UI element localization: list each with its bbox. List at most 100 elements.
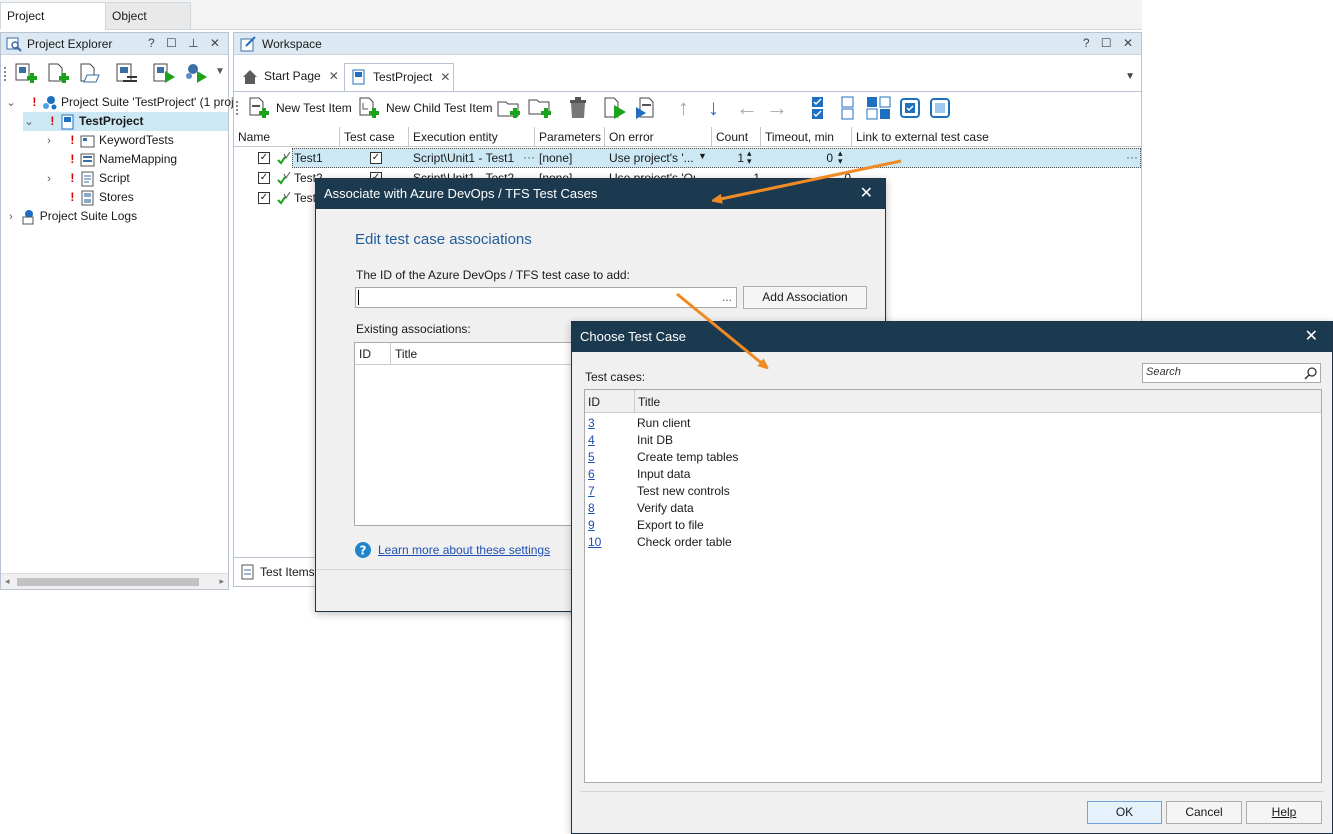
scroll-right-icon[interactable]: ▸ bbox=[219, 576, 224, 587]
learn-more-link[interactable]: Learn more about these settings bbox=[378, 543, 550, 557]
tree-item-project-suite[interactable]: ⌄ ! Project Suite 'TestProject' (1 proje… bbox=[5, 93, 254, 112]
search-input[interactable]: Search bbox=[1142, 363, 1321, 383]
tree-item-script[interactable]: › ! Script bbox=[43, 169, 130, 188]
tabs-dropdown-icon[interactable]: ▼ bbox=[1125, 71, 1135, 82]
move-up-icon[interactable]: ↑ bbox=[678, 95, 689, 121]
test-case-id-link[interactable]: 9 bbox=[588, 518, 595, 532]
add-folder-icon[interactable] bbox=[496, 95, 522, 121]
list-item[interactable]: 4 Init DB bbox=[585, 432, 1321, 449]
new-test-item-button[interactable]: New Test Item bbox=[246, 93, 352, 123]
add-association-button[interactable]: Add Association bbox=[743, 286, 867, 309]
test-case-id-link[interactable]: 4 bbox=[588, 433, 595, 447]
test-case-checkbox[interactable]: ✓ bbox=[370, 152, 382, 164]
tab-test-items[interactable]: Test Items bbox=[236, 559, 315, 585]
check-selected-icon[interactable] bbox=[898, 95, 924, 121]
list-item[interactable]: 8 Verify data bbox=[585, 500, 1321, 517]
column-header[interactable]: On error bbox=[605, 127, 712, 147]
column-header[interactable]: ID bbox=[355, 343, 391, 365]
move-down-icon[interactable]: ↓ bbox=[708, 95, 719, 121]
chevron-down-icon[interactable]: ⌄ bbox=[5, 94, 17, 113]
ellipsis-button[interactable]: ··· bbox=[523, 150, 535, 164]
check-all-icon[interactable] bbox=[806, 95, 832, 121]
chevron-down-icon[interactable]: ⌄ bbox=[23, 113, 35, 132]
test-case-id-input[interactable]: ... bbox=[355, 287, 737, 308]
move-left-icon[interactable]: ← bbox=[736, 95, 758, 121]
link-ellipsis-button[interactable]: ··· bbox=[1126, 150, 1138, 164]
run-suite-icon[interactable] bbox=[183, 61, 209, 87]
close-icon[interactable]: ✕ bbox=[1305, 322, 1318, 352]
tree-item-stores[interactable]: ! Stores bbox=[43, 188, 134, 207]
chevron-right-icon[interactable]: › bbox=[43, 170, 55, 189]
column-header[interactable]: Test case bbox=[340, 127, 409, 147]
run-dropdown-arrow-icon[interactable]: ▼ bbox=[215, 66, 225, 77]
search-icon[interactable] bbox=[1304, 366, 1318, 380]
add-project-icon[interactable] bbox=[13, 61, 39, 87]
add-existing-item-icon[interactable] bbox=[77, 61, 103, 87]
run-project-icon[interactable] bbox=[151, 61, 177, 87]
test-case-id-link[interactable]: 7 bbox=[588, 484, 595, 498]
test-case-id-link[interactable]: 10 bbox=[588, 535, 601, 549]
add-new-item-icon[interactable] bbox=[45, 61, 71, 87]
column-header[interactable]: Link to external test case bbox=[852, 127, 1141, 147]
table-row[interactable]: ✓ Test1 ✓ Script\Unit1 - Test1 ··· [none… bbox=[234, 148, 1141, 168]
count-spinner-icon[interactable]: ▴ ▾ bbox=[747, 149, 752, 166]
toolbar-grip[interactable] bbox=[236, 101, 238, 115]
column-header[interactable]: Timeout, min bbox=[761, 127, 852, 147]
run-test-item-icon[interactable] bbox=[602, 95, 628, 121]
toolbar-grip[interactable] bbox=[4, 67, 6, 81]
tab-project-workspace[interactable]: Project Workspace bbox=[0, 2, 106, 49]
scrollbar-thumb[interactable] bbox=[17, 578, 199, 586]
column-header[interactable]: Count bbox=[712, 127, 761, 147]
scroll-left-icon[interactable]: ◂ bbox=[5, 576, 10, 587]
list-item[interactable]: 9 Export to file bbox=[585, 517, 1321, 534]
uncheck-selected-icon[interactable] bbox=[928, 95, 954, 121]
explorer-horizontal-scrollbar[interactable]: ◂ ▸ bbox=[1, 573, 228, 589]
chevron-right-icon[interactable]: › bbox=[5, 208, 17, 227]
column-header[interactable]: Name bbox=[234, 127, 340, 147]
workspace-window-buttons[interactable]: ? ☐ ✕ bbox=[1083, 36, 1137, 50]
test-case-id-link[interactable]: 3 bbox=[588, 416, 595, 430]
uncheck-all-icon[interactable] bbox=[836, 95, 862, 121]
tree-item-namemapping[interactable]: ! NameMapping bbox=[43, 150, 177, 169]
tree-item-testproject[interactable]: ⌄ ! TestProject bbox=[23, 112, 228, 131]
test-case-id-link[interactable]: 6 bbox=[588, 467, 595, 481]
learn-more[interactable]: ? Learn more about these settings bbox=[354, 541, 550, 559]
list-item[interactable]: 5 Create temp tables bbox=[585, 449, 1321, 466]
close-tab-icon[interactable]: ✕ bbox=[329, 69, 339, 83]
run-selected-icon[interactable] bbox=[634, 95, 660, 121]
help-button[interactable]: Help bbox=[1246, 801, 1322, 824]
ellipsis-button[interactable]: ... bbox=[722, 290, 732, 304]
list-item[interactable]: 3 Run client bbox=[585, 415, 1321, 432]
on-error-dropdown-icon[interactable]: ▼ bbox=[698, 151, 707, 161]
check-children-icon[interactable] bbox=[866, 95, 892, 121]
cancel-button[interactable]: Cancel bbox=[1166, 801, 1242, 824]
tree-item-project-suite-logs[interactable]: › Project Suite Logs bbox=[5, 207, 137, 226]
test-case-id-link[interactable]: 5 bbox=[588, 450, 595, 464]
new-child-test-item-button[interactable]: New Child Test Item bbox=[356, 93, 492, 123]
tab-testproject[interactable]: TestProject ✕ bbox=[344, 63, 454, 92]
add-child-folder-icon[interactable] bbox=[527, 95, 553, 121]
enable-checkbox[interactable]: ✓ bbox=[258, 192, 270, 204]
move-right-icon[interactable]: → bbox=[766, 95, 788, 121]
column-header[interactable]: Execution entity bbox=[409, 127, 535, 147]
column-header[interactable]: ID bbox=[585, 390, 635, 413]
project-properties-icon[interactable] bbox=[113, 61, 139, 87]
close-icon[interactable]: ✕ bbox=[860, 179, 873, 209]
column-header[interactable]: Parameters bbox=[535, 127, 605, 147]
close-tab-icon[interactable]: ✕ bbox=[440, 70, 450, 84]
list-item[interactable]: 10 Check order table bbox=[585, 534, 1321, 551]
enable-checkbox[interactable]: ✓ bbox=[258, 172, 270, 184]
tree-item-keywordtests[interactable]: › ! KeywordTests bbox=[43, 131, 174, 150]
list-item[interactable]: 6 Input data bbox=[585, 466, 1321, 483]
ok-button[interactable]: OK bbox=[1087, 801, 1162, 824]
tab-object-browser[interactable]: Object Browser bbox=[105, 2, 191, 49]
test-case-id-link[interactable]: 8 bbox=[588, 501, 595, 515]
timeout-spinner-icon[interactable]: ▴ ▾ bbox=[838, 149, 843, 166]
delete-icon[interactable] bbox=[565, 95, 591, 121]
list-item[interactable]: 7 Test new controls bbox=[585, 483, 1321, 500]
tab-start-page[interactable]: Start Page ✕ bbox=[236, 63, 342, 91]
column-header[interactable]: Title bbox=[635, 390, 1321, 413]
explorer-window-buttons[interactable]: ? ☐ ⊥ ✕ bbox=[148, 36, 224, 50]
test-cases-list[interactable]: ID Title 3 Run client 4 Init DB 5 Create… bbox=[584, 389, 1322, 783]
enable-checkbox[interactable]: ✓ bbox=[258, 152, 270, 164]
